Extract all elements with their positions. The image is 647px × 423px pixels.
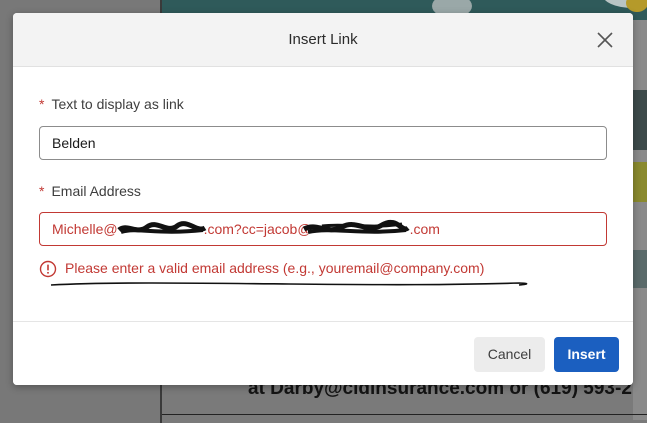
background-right-block <box>633 162 647 202</box>
display-text-value: Belden <box>52 135 96 151</box>
display-text-label-text: Text to display as link <box>51 96 184 112</box>
email-error-message: Please enter a valid email address (e.g.… <box>39 258 599 280</box>
close-button[interactable] <box>595 30 615 50</box>
dialog-header: Insert Link <box>13 13 633 67</box>
required-marker: * <box>39 96 45 112</box>
email-address-label-text: Email Address <box>51 183 141 199</box>
insert-link-dialog: Insert Link * Text to display as link Bel… <box>13 13 633 385</box>
hand-drawn-underline <box>50 282 528 286</box>
email-value-mid: .com?cc=jacob@ <box>203 221 312 237</box>
email-value-prefix: Michelle@ <box>52 221 118 237</box>
display-text-input[interactable]: Belden <box>39 126 607 160</box>
email-address-label: * Email Address <box>39 183 141 199</box>
display-text-label: * Text to display as link <box>39 96 184 112</box>
background-right-block <box>633 250 647 288</box>
background-right-strip <box>633 20 647 420</box>
error-text: Please enter a valid email address (e.g.… <box>65 260 485 276</box>
redaction-scribble <box>302 219 410 234</box>
error-circle-icon <box>39 260 57 278</box>
cancel-button[interactable]: Cancel <box>474 337 545 372</box>
email-value-suffix: .com <box>409 221 440 237</box>
insert-button[interactable]: Insert <box>554 337 619 372</box>
background-right-block <box>633 90 647 150</box>
redaction-scribble <box>117 221 207 234</box>
close-icon <box>597 32 613 48</box>
required-marker: * <box>39 183 45 199</box>
background-divider <box>162 414 647 415</box>
dialog-footer: Cancel Insert <box>13 321 633 385</box>
dialog-title: Insert Link <box>288 31 358 48</box>
